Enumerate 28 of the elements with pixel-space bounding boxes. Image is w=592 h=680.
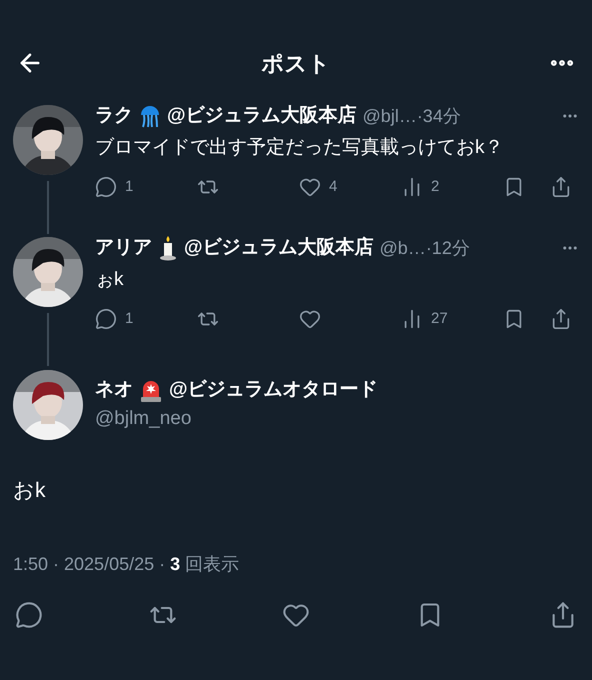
post-text: おk <box>13 478 46 504</box>
author-name: ラク <box>95 104 133 128</box>
author-affiliation: @ビジュラム大阪本店 <box>184 236 374 260</box>
author-affiliation: @ビジュラム大阪本店 <box>167 104 357 128</box>
action-count: 2 <box>431 176 440 197</box>
candle-icon <box>158 235 178 261</box>
handle-and-time: @b…·12分 <box>380 236 470 260</box>
action-count: 1 <box>125 176 134 197</box>
action-count: 4 <box>329 176 338 197</box>
action-count: 27 <box>431 308 448 329</box>
reply-text: ぉk <box>95 268 124 292</box>
heart-icon[interactable] <box>299 308 321 330</box>
action-count: 1 <box>125 308 134 329</box>
post-timestamp: 1:50 · 2025/05/25 · 3 回表示 <box>13 553 240 576</box>
page-title: ポスト <box>262 50 330 78</box>
author-name: ネオ <box>95 378 133 402</box>
reply-icon[interactable] <box>95 176 117 198</box>
heart-icon[interactable] <box>299 176 321 198</box>
author-handle: @bjlm_neo <box>95 407 192 431</box>
reply-text: ブロマイドで出す予定だった写真載っけておk？ <box>95 136 504 160</box>
reply-icon[interactable] <box>95 308 117 330</box>
jellyfish-icon <box>139 104 161 128</box>
share-icon[interactable] <box>550 176 572 198</box>
author-name: アリア <box>95 236 152 260</box>
share-icon[interactable] <box>550 308 572 330</box>
handle-and-time: @bjl…·34分 <box>362 104 461 128</box>
author-affiliation: @ビジュラムオタロード <box>169 378 378 402</box>
reply-icon[interactable] <box>15 601 43 629</box>
